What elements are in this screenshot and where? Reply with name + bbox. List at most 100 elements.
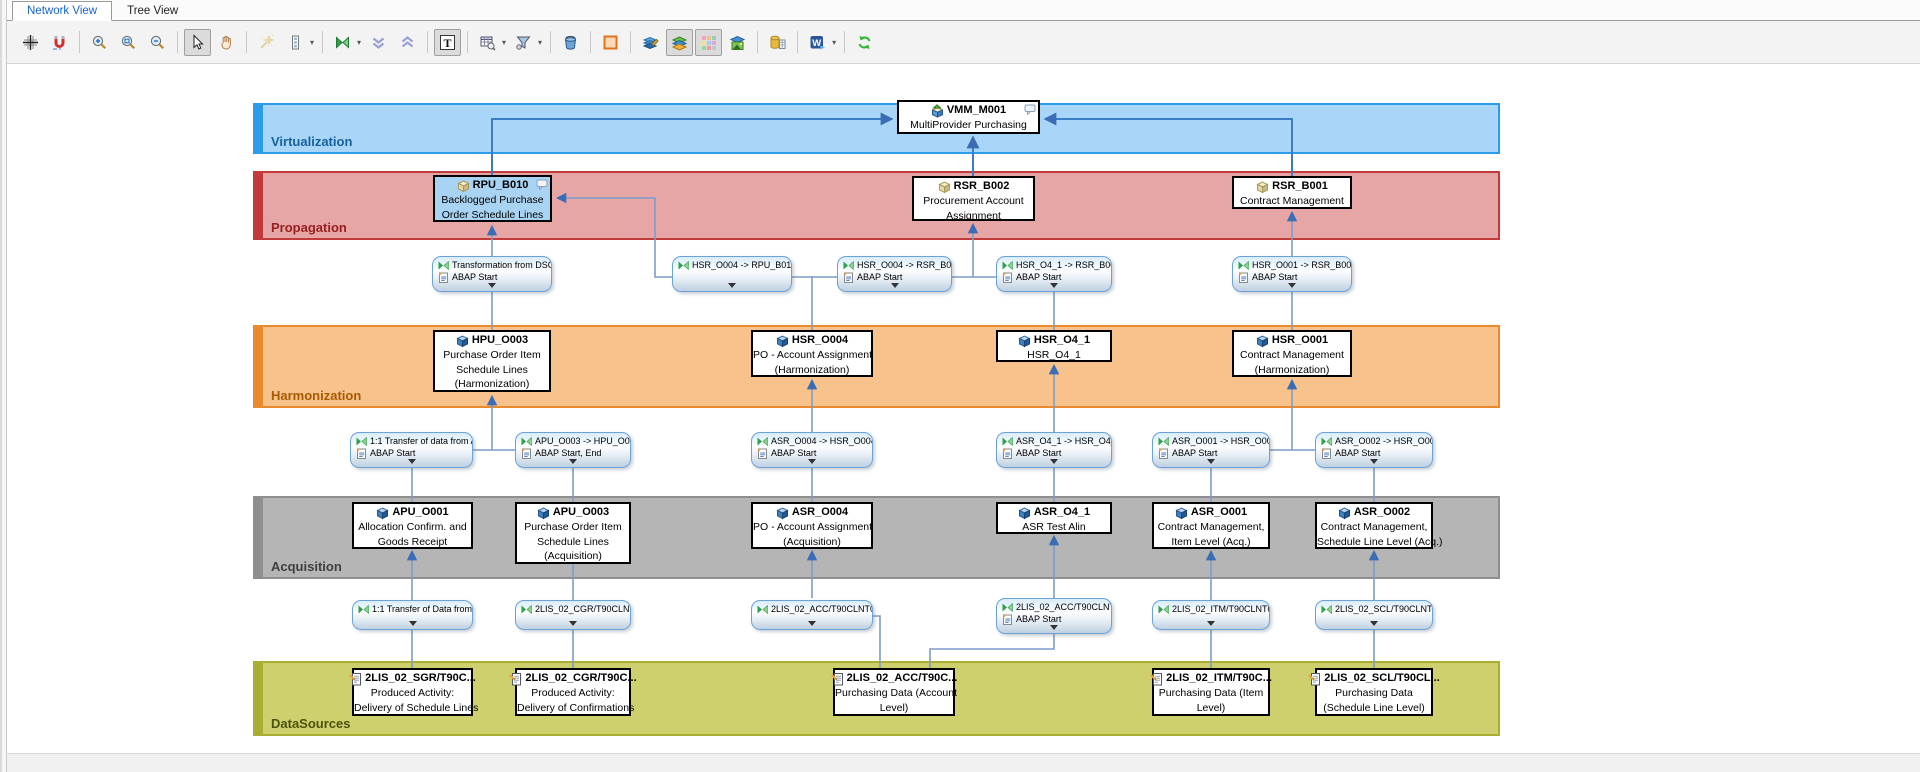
transformation-V6[interactable]: 2LIS_02_SCL/T90CLNT090 ->... — [1315, 600, 1433, 630]
transformation-U4[interactable]: ASR_O4_1 -> HSR_O4_1 ABAP Start — [996, 432, 1112, 468]
expand-caret-icon[interactable] — [1207, 459, 1215, 464]
node-APU_O003[interactable]: APU_O003 Purchase Order Item Schedule Li… — [515, 502, 631, 564]
expand-caret-icon[interactable] — [891, 283, 899, 288]
transformation-icon — [1002, 603, 1013, 612]
toolbar-separator — [427, 31, 428, 53]
datasource-icon — [1308, 672, 1321, 686]
zoom-out-icon — [149, 34, 166, 51]
layout-options-button[interactable] — [282, 29, 309, 56]
note-icon[interactable] — [1024, 104, 1036, 115]
horizontal-scrollbar[interactable] — [7, 753, 1920, 772]
align-grid-button[interactable] — [17, 29, 44, 56]
transformation-U1[interactable]: 1:1 Transfer of data from APU... ABAP St… — [350, 432, 473, 468]
node-2LIS_02_SGR[interactable]: 2LIS_02_SGR/T90C... Produced Activity: D… — [352, 668, 473, 716]
left-splitter[interactable] — [0, 0, 7, 772]
node-2LIS_02_ACC[interactable]: 2LIS_02_ACC/T90C... Purchasing Data (Acc… — [833, 668, 955, 716]
transformation-T5[interactable]: HSR_O001 -> RSR_B001 ABAP Start — [1232, 256, 1352, 292]
expand-caret-icon[interactable] — [1050, 459, 1058, 464]
node-ASR_O002[interactable]: ASR_O002 Contract Management, Schedule L… — [1315, 502, 1433, 549]
expand-caret-icon[interactable] — [569, 621, 577, 626]
zoom-in-button[interactable] — [86, 29, 113, 56]
transformation-V1[interactable]: 1:1 Transfer of Data from 2LIS... — [352, 600, 473, 630]
color-palette-button[interactable] — [695, 29, 722, 56]
transformation-V3[interactable]: 2LIS_02_ACC/T90CLNT090 ->... — [751, 600, 873, 630]
expand-caret-icon[interactable] — [1288, 283, 1296, 288]
transformation-U3[interactable]: ASR_O004 -> HSR_O004 ABAP Start — [751, 432, 873, 468]
node-RPU_B010[interactable]: RPU_B010 Backlogged Purchase Order Sched… — [433, 175, 552, 222]
expand-caret-icon[interactable] — [408, 459, 416, 464]
expand-caret-icon[interactable] — [1370, 459, 1378, 464]
transformation-V2[interactable]: 2LIS_02_CGR/T90CLNT090 ->... — [515, 600, 631, 630]
toolbar-separator — [844, 31, 845, 53]
node-ASR_O4_1[interactable]: ASR_O4_1 ASR Test Alin — [996, 502, 1112, 534]
pan-hand-button[interactable] — [213, 29, 240, 56]
node-HPU_O003[interactable]: HPU_O003 Purchase Order Item Schedule Li… — [433, 330, 551, 392]
transformation-icon — [358, 605, 369, 614]
zoom-out-button[interactable] — [144, 29, 171, 56]
expand-caret-icon[interactable] — [808, 459, 816, 464]
multiprovider-icon — [931, 104, 944, 118]
node-HSR_O004[interactable]: HSR_O004 PO - Account Assignment (Harmon… — [751, 330, 873, 377]
dso-icon — [1256, 334, 1269, 348]
transformation-icon — [438, 261, 449, 270]
expand-caret-icon[interactable] — [1050, 283, 1058, 288]
node-ASR_O004[interactable]: ASR_O004 PO - Account Assignment (Acquis… — [751, 502, 873, 549]
export-word-button[interactable] — [804, 29, 831, 56]
node-ASR_O001[interactable]: ASR_O001 Contract Management, Item Level… — [1152, 502, 1270, 549]
edit-layers-button[interactable] — [637, 29, 664, 56]
show-layers-button[interactable] — [666, 29, 693, 56]
transformation-V4[interactable]: 2LIS_02_ACC/T90CLNT090 ->... ABAP Start — [996, 598, 1112, 634]
auto-arrange-button[interactable] — [253, 29, 280, 56]
tab-tree-view[interactable]: Tree View — [112, 1, 193, 21]
tab-network-view[interactable]: Network View — [12, 1, 112, 21]
transformation-U6[interactable]: ASR_O002 -> HSR_O001 ABAP Start — [1315, 432, 1433, 468]
node-HSR_O4_1[interactable]: HSR_O4_1 HSR_O4_1 — [996, 330, 1112, 362]
node-2LIS_02_ITM[interactable]: 2LIS_02_ITM/T90C... Purchasing Data (Ite… — [1152, 668, 1270, 716]
node-RSR_B001[interactable]: RSR_B001 Contract Management — [1232, 176, 1352, 209]
transformation-T4[interactable]: HSR_O4_1 -> RSR_B002 ABAP Start — [996, 256, 1112, 292]
background-layers-button[interactable] — [724, 29, 751, 56]
filter-button[interactable] — [510, 29, 537, 56]
expand-caret-icon[interactable] — [488, 283, 496, 288]
expand-caret-icon[interactable] — [808, 621, 816, 626]
export-table-button[interactable] — [764, 29, 791, 56]
select-pointer-button[interactable] — [184, 29, 211, 56]
text-display-mode-button[interactable] — [434, 29, 461, 56]
note-icon[interactable] — [536, 179, 548, 190]
expand-caret-icon[interactable] — [1050, 625, 1058, 630]
expand-caret-icon[interactable] — [728, 283, 736, 288]
dropdown-caret-icon[interactable]: ▾ — [502, 38, 506, 47]
transformation-U2[interactable]: APU_O003 -> HPU_O003 ABAP Start, End — [515, 432, 631, 468]
snap-magnet-icon — [51, 34, 68, 51]
zoom-page-button[interactable] — [115, 29, 142, 56]
transformation-T1[interactable]: Transformation from DSO HP... ABAP Start — [432, 256, 552, 292]
snap-to-grid-button[interactable] — [46, 29, 73, 56]
node-RSR_B002[interactable]: RSR_B002 Procurement Account Assignment — [912, 176, 1035, 221]
expand-caret-icon[interactable] — [1207, 621, 1215, 626]
transformation-T2[interactable]: HSR_O004 -> RPU_B010 — [672, 256, 792, 292]
transformation-V5[interactable]: 2LIS_02_ITM/T90CLNT090 ->... — [1152, 600, 1270, 630]
expand-caret-icon[interactable] — [569, 459, 577, 464]
expand-all-button[interactable] — [365, 29, 392, 56]
expand-caret-icon[interactable] — [409, 621, 417, 626]
border-color-button[interactable] — [597, 29, 624, 56]
dropdown-caret-icon[interactable]: ▾ — [357, 38, 361, 47]
node-HSR_O001[interactable]: HSR_O001 Contract Management (Harmonizat… — [1232, 330, 1352, 377]
node-APU_O001[interactable]: APU_O001 Allocation Confirm. and Goods R… — [352, 502, 473, 549]
collapse-all-button[interactable] — [394, 29, 421, 56]
node-2LIS_02_CGR[interactable]: 2LIS_02_CGR/T90C... Produced Activity: D… — [515, 668, 631, 716]
transformation-menu-button[interactable] — [329, 29, 356, 56]
node-VMM_M001[interactable]: VMM_M001 MultiProvider Purchasing — [897, 100, 1040, 134]
expand-caret-icon[interactable] — [1370, 621, 1378, 626]
dropdown-caret-icon[interactable]: ▾ — [310, 38, 314, 47]
pointer-icon — [189, 34, 206, 51]
transformation-T3[interactable]: HSR_O004 -> RSR_B002 ABAP Start — [837, 256, 952, 292]
transformation-icon — [334, 34, 351, 51]
dropdown-caret-icon[interactable]: ▾ — [538, 38, 542, 47]
transformation-U5[interactable]: ASR_O001 -> HSR_O001 ABAP Start — [1152, 432, 1270, 468]
paint-bucket-button[interactable] — [557, 29, 584, 56]
refresh-button[interactable] — [851, 29, 878, 56]
node-2LIS_02_SCL[interactable]: 2LIS_02_SCL/T90CL... Purchasing Data (Sc… — [1315, 668, 1433, 716]
data-preview-button[interactable] — [474, 29, 501, 56]
dropdown-caret-icon[interactable]: ▾ — [832, 38, 836, 47]
